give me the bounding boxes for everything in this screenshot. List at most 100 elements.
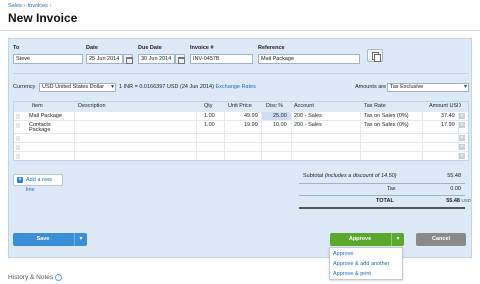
breadcrumb-invoices-link[interactable]: Invoices xyxy=(28,3,48,9)
totals-divider xyxy=(299,183,465,184)
tax-label: Tax xyxy=(387,186,396,192)
approve-button-label: Approve xyxy=(348,236,372,242)
table-row[interactable]: ✕ xyxy=(14,142,468,151)
total-currency: USD xyxy=(461,198,471,203)
reference-field[interactable]: Mail Package xyxy=(258,54,360,64)
line-items-table: Item Description Qty Unit Price Disc % A… xyxy=(13,101,469,161)
column-header-item: Item xyxy=(32,103,43,109)
reference-label: Reference xyxy=(258,45,285,51)
row-disc[interactable]: 10.00 xyxy=(273,122,287,128)
row-account[interactable]: 200 - Sales xyxy=(294,113,322,119)
subtotal-text: Subtotal xyxy=(303,173,324,179)
exchange-rate-text: 1 INR = 0.0166397 USD (24 Jun 2014) xyxy=(119,84,214,90)
column-header-account: Account xyxy=(294,103,314,109)
table-row[interactable]: ✕ xyxy=(14,151,468,160)
drag-handle-icon[interactable] xyxy=(16,114,20,119)
column-header-description: Description xyxy=(78,103,106,109)
menu-item-approve[interactable]: Approve xyxy=(333,251,354,257)
save-button[interactable]: Save ▾ xyxy=(13,233,87,246)
delete-row-icon[interactable]: ✕ xyxy=(459,153,465,159)
column-divider xyxy=(224,102,225,160)
column-header-tax-rate: Tax Rate xyxy=(364,103,386,109)
invoice-panel: To Steve Date 25 Jun 2014 Due Date 30 Ju… xyxy=(8,38,472,258)
column-header-amount: Amount USD xyxy=(429,103,462,109)
tax-value: 0.00 xyxy=(450,186,461,192)
breadcrumb-separator: › xyxy=(23,3,26,9)
row-unit-price[interactable]: 19.99 xyxy=(244,122,258,128)
page-title: New Invoice xyxy=(8,11,78,25)
invoice-number-label: Invoice # xyxy=(190,45,214,51)
save-button-label: Save xyxy=(36,236,50,242)
table-row[interactable]: Mail Package 1.00 49.99 25.00 200 - Sale… xyxy=(14,111,468,121)
row-tax-rate[interactable]: Tax on Sales (0%) xyxy=(364,113,409,119)
total-label: TOTAL xyxy=(376,198,394,204)
copy-icon[interactable] xyxy=(367,49,383,62)
to-field[interactable]: Steve xyxy=(13,54,83,64)
row-qty[interactable]: 1.00 xyxy=(204,113,215,119)
amounts-are-label: Amounts are xyxy=(355,84,387,90)
column-divider xyxy=(74,102,75,160)
history-notes-title[interactable]: History & Notes xyxy=(8,274,53,281)
drag-handle-icon[interactable] xyxy=(16,145,20,150)
add-new-line-label: Add a new line xyxy=(26,177,52,193)
total-value: 55.48 USD xyxy=(419,198,471,204)
delete-row-icon[interactable]: ✕ xyxy=(459,135,465,141)
drag-handle-icon[interactable] xyxy=(16,136,20,141)
row-disc[interactable]: 25.00 xyxy=(273,113,287,119)
add-new-line-button[interactable]: + Add a new line xyxy=(13,174,63,193)
breadcrumb-sales-link[interactable]: Sales xyxy=(8,3,22,9)
approve-dropdown-chevron-down-icon[interactable]: ▾ xyxy=(391,233,404,246)
row-unit-price[interactable]: 49.99 xyxy=(244,113,258,119)
table-row[interactable]: ✕ xyxy=(14,133,468,142)
table-header: Item Description Qty Unit Price Disc % A… xyxy=(14,102,468,111)
delete-row-icon[interactable]: ✕ xyxy=(459,122,465,128)
exchange-rate-info: 1 INR = 0.0166397 USD (24 Jun 2014) Exch… xyxy=(119,84,256,90)
approve-button[interactable]: Approve ▾ xyxy=(330,233,404,246)
plus-icon: + xyxy=(17,177,23,183)
date-calendar-icon[interactable] xyxy=(123,54,133,64)
exchange-rates-link[interactable]: Exchange Rates xyxy=(215,84,255,90)
row-qty[interactable]: 1.00 xyxy=(204,122,215,128)
title-divider xyxy=(0,30,480,31)
row-item[interactable]: Mail Package xyxy=(29,113,62,119)
currency-label: Currency xyxy=(13,84,36,90)
menu-item-approve-print[interactable]: Approve & print xyxy=(333,271,371,277)
to-label: To xyxy=(13,45,20,51)
total-double-rule xyxy=(299,207,465,209)
date-label: Date xyxy=(86,45,98,51)
column-divider xyxy=(458,102,459,160)
breadcrumb: Sales › Invoices › xyxy=(8,3,54,9)
row-amount: 17.99 xyxy=(441,122,455,128)
amounts-are-select[interactable]: Tax Exclusive xyxy=(387,83,469,92)
totals-divider xyxy=(299,195,465,196)
subtotal-discount-note: (includes a discount of 14.50) xyxy=(324,173,397,179)
cancel-button[interactable]: Cancel xyxy=(416,233,466,246)
row-tax-rate[interactable]: Tax on Sales (0%) xyxy=(364,122,409,128)
history-notes-section: History & Notes? xyxy=(8,274,63,281)
invoice-number-field[interactable]: INV-0457B xyxy=(190,54,253,64)
due-date-label: Due Date xyxy=(138,45,162,51)
column-header-disc: Disc % xyxy=(266,103,284,109)
currency-select[interactable]: USD United States Dollar xyxy=(39,83,116,92)
delete-row-icon[interactable]: ✕ xyxy=(459,113,465,119)
table-row[interactable]: Contacts Package 1.00 19.99 10.00 200 - … xyxy=(14,120,468,133)
due-date-calendar-icon[interactable] xyxy=(175,54,185,64)
drag-handle-icon[interactable] xyxy=(16,154,20,159)
column-divider xyxy=(291,102,292,160)
help-icon[interactable]: ? xyxy=(55,274,63,281)
column-divider xyxy=(196,102,197,160)
column-header-unit-price: Unit Price xyxy=(228,103,252,109)
column-divider xyxy=(261,102,262,160)
approve-dropdown-menu: Approve Approve & add another Approve & … xyxy=(329,247,403,280)
row-amount: 37.49 xyxy=(441,113,455,119)
date-field[interactable]: 25 Jun 2014 xyxy=(86,54,123,64)
row-account[interactable]: 200 - Sales xyxy=(294,122,322,128)
delete-row-icon[interactable]: ✕ xyxy=(459,144,465,150)
due-date-field[interactable]: 30 Jun 2014 xyxy=(138,54,175,64)
column-header-qty: Qty xyxy=(204,103,213,109)
menu-item-approve-add-another[interactable]: Approve & add another xyxy=(333,261,390,267)
total-amount: 55.48 xyxy=(446,198,460,204)
subtotal-label: Subtotal (includes a discount of 14.50) xyxy=(303,173,397,179)
drag-handle-icon[interactable] xyxy=(16,123,20,128)
save-dropdown-chevron-down-icon[interactable]: ▾ xyxy=(74,233,87,246)
